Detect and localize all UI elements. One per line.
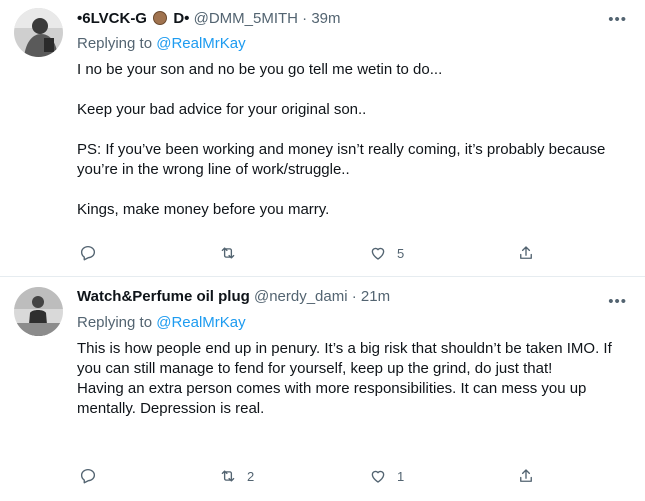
- handle[interactable]: @nerdy_dami: [254, 288, 348, 305]
- tweet-paragraph: PS: If you’ve been working and money isn…: [77, 141, 606, 178]
- replying-label: Replying to: [77, 35, 153, 52]
- tweet-paragraph: Keep your bad advice for your original s…: [77, 101, 367, 118]
- more-options-icon[interactable]: •••: [608, 294, 627, 309]
- timestamp[interactable]: 21m: [361, 288, 390, 305]
- tweet[interactable]: •6LVCK-G D• @DMM_5MITH · 39m ••• Replyin…: [0, 0, 645, 277]
- mention-link[interactable]: @RealMrKay: [156, 35, 245, 52]
- tweet-actions: 2 1: [77, 467, 547, 487]
- separator-dot: ·: [351, 288, 357, 305]
- retweet-icon: [221, 247, 235, 259]
- like-count: 5: [397, 245, 405, 261]
- replying-to: Replying to @RealMrKay: [77, 313, 246, 333]
- tweet-paragraph: I no be your son and no be you go tell m…: [77, 61, 443, 78]
- more-options-icon[interactable]: •••: [608, 12, 627, 27]
- tweet-paragraph: This is how people end up in penury. It’…: [77, 340, 612, 377]
- tweet-header: •6LVCK-G D• @DMM_5MITH · 39m: [77, 9, 341, 29]
- reply-icon: [80, 245, 96, 261]
- replying-label: Replying to: [77, 314, 153, 331]
- replying-to: Replying to @RealMrKay: [77, 34, 246, 54]
- reply-button[interactable]: [79, 244, 97, 262]
- tweet-paragraph: Having an extra person comes with more r…: [77, 380, 587, 417]
- display-name[interactable]: •6LVCK-G: [77, 10, 147, 27]
- timestamp[interactable]: 39m: [311, 10, 340, 27]
- display-name[interactable]: Watch&Perfume oil plug: [77, 288, 250, 305]
- tweet-text: This is how people end up in penury. It’…: [77, 339, 632, 419]
- handle[interactable]: @DMM_5MITH: [194, 10, 298, 27]
- like-icon: [371, 247, 385, 260]
- like-icon: [371, 470, 385, 483]
- avatar[interactable]: [14, 8, 63, 57]
- like-count: 1: [397, 468, 405, 484]
- retweet-icon: [221, 470, 235, 482]
- retweet-button[interactable]: [219, 244, 247, 262]
- reply-icon: [80, 468, 96, 484]
- share-button[interactable]: [517, 244, 535, 262]
- tweet-header: Watch&Perfume oil plug @nerdy_dami · 21m: [77, 287, 390, 307]
- tweet-actions: 5: [77, 244, 547, 264]
- display-name-suffix[interactable]: D•: [173, 10, 189, 27]
- retweet-button[interactable]: 2: [219, 467, 254, 485]
- like-button[interactable]: 1: [369, 467, 404, 485]
- mention-link[interactable]: @RealMrKay: [156, 314, 245, 331]
- separator-dot: ·: [302, 10, 308, 27]
- share-button[interactable]: [517, 467, 535, 485]
- emoji-icon: [153, 11, 168, 25]
- share-icon: [520, 469, 532, 482]
- tweet-paragraph: Kings, make money before you marry.: [77, 201, 330, 218]
- tweet-text: I no be your son and no be you go tell m…: [77, 60, 632, 220]
- like-button[interactable]: 5: [369, 244, 404, 262]
- share-icon: [520, 246, 532, 259]
- reply-button[interactable]: [79, 467, 97, 485]
- tweet[interactable]: Watch&Perfume oil plug @nerdy_dami · 21m…: [0, 277, 645, 501]
- avatar[interactable]: [14, 287, 63, 336]
- retweet-count: 2: [247, 468, 255, 484]
